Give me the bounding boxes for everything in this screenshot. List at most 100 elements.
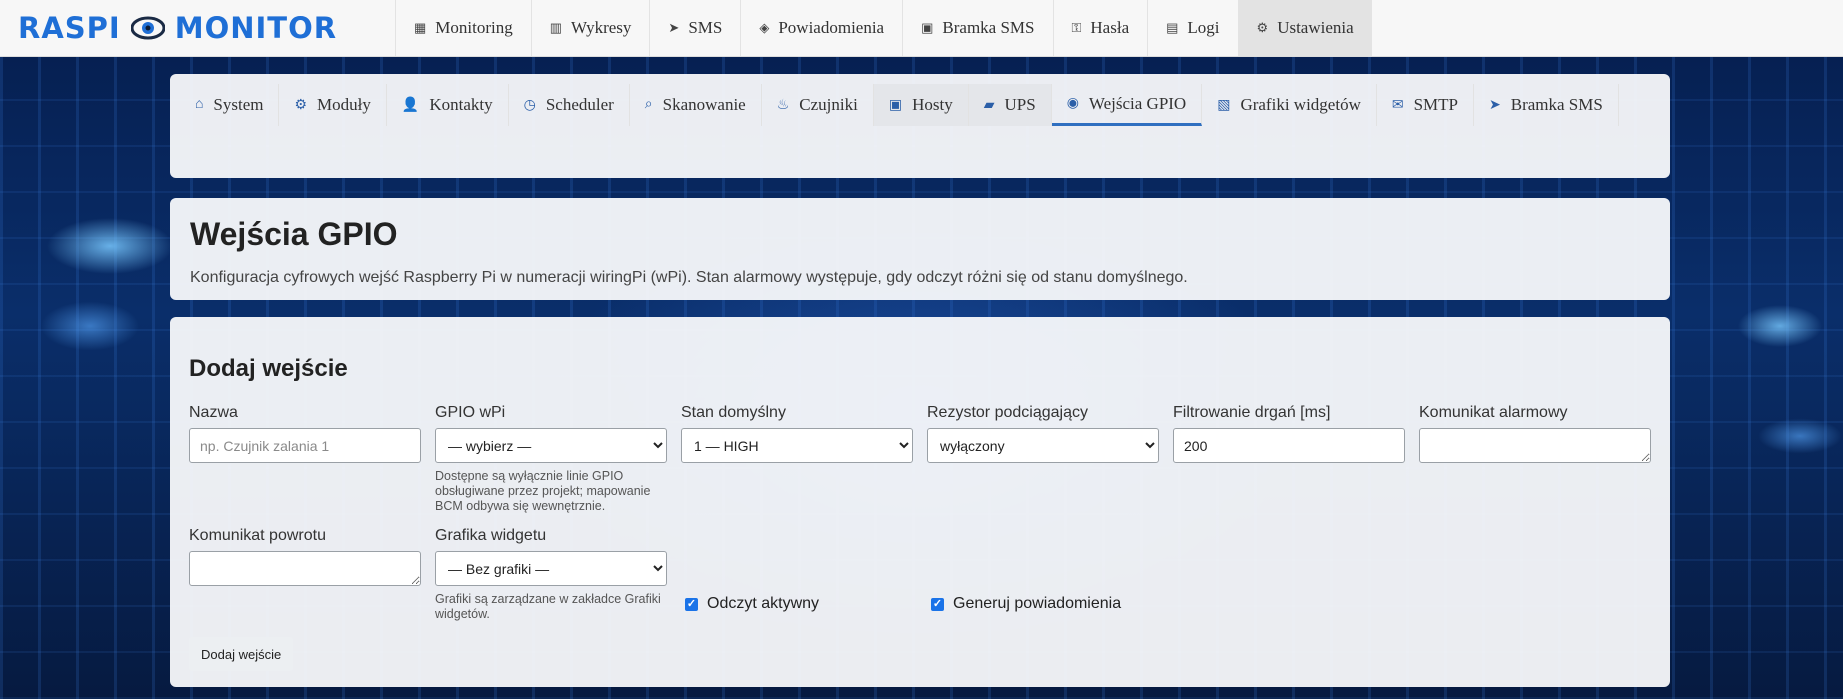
sensor-icon: ♨ — [776, 97, 790, 113]
topnav-item-sms[interactable]: ➤ SMS — [649, 0, 740, 56]
subnav-item-smtp[interactable]: ✉ SMTP — [1377, 84, 1474, 126]
topnav-item-powiadomienia[interactable]: ◈ Powiadomienia — [740, 0, 902, 56]
graphic-help: Grafiki są zarządzane w zakładce Grafiki… — [435, 592, 661, 621]
graphic-label: Grafika widgetu — [435, 527, 547, 544]
subnav-item-wejścia-gpio[interactable]: ◉ Wejścia GPIO — [1051, 84, 1203, 126]
page-description: Konfiguracja cyfrowych wejść Raspberry P… — [190, 269, 1188, 286]
subnav-label: Wejścia GPIO — [1088, 93, 1187, 113]
topnav-label: SMS — [688, 18, 723, 37]
image-icon: ▧ — [1217, 97, 1231, 113]
name-input[interactable] — [189, 428, 421, 463]
subnav-label: Skanowanie — [662, 95, 746, 114]
grid-icon: ▦ — [414, 20, 427, 35]
gpio-help: Dostępne są wyłącznie linie GPIO obsługi… — [435, 469, 651, 513]
topnav-item-bramka-sms[interactable]: ▣ Bramka SMS — [902, 0, 1052, 56]
subnav-item-kontakty[interactable]: 👤 Kontakty — [387, 84, 509, 126]
mail-icon: ✉ — [1391, 97, 1404, 113]
gpio-select[interactable]: — wybierz — — [435, 428, 667, 463]
topnav-item-logi[interactable]: ▤ Logi — [1147, 0, 1237, 56]
topnav-label: Powiadomienia — [778, 18, 885, 37]
app-logo[interactable]: RASPI MONITOR — [0, 0, 395, 56]
add-input-form: Dodaj wejście Nazwa GPIO wPi — wybierz —… — [170, 317, 1670, 687]
notify-checkbox[interactable]: ✓ — [931, 597, 944, 611]
alarm-message-textarea[interactable] — [1419, 428, 1651, 463]
module-icon: ⚙ — [294, 97, 308, 113]
subnav-label: Hosty — [912, 95, 953, 114]
topnav-item-hasła[interactable]: ⚿ Hasła — [1052, 0, 1148, 56]
eye-icon — [130, 16, 165, 40]
pullup-select[interactable]: wyłączony — [927, 428, 1159, 463]
topnav-label: Monitoring — [435, 18, 513, 37]
box-icon: ▣ — [921, 20, 934, 35]
topnav-label: Ustawienia — [1277, 18, 1354, 37]
topnav-item-ustawienia[interactable]: ⚙ Ustawienia — [1237, 0, 1372, 56]
subnav-item-skanowanie[interactable]: ⌕ Skanowanie — [630, 84, 762, 126]
debounce-input[interactable] — [1173, 428, 1405, 463]
page-title: Wejścia GPIO — [190, 216, 398, 252]
read-active-checkbox[interactable]: ✓ — [685, 597, 698, 611]
subnav-label: Bramka SMS — [1510, 95, 1603, 114]
notify-label: Generuj powiadomienia — [953, 595, 1122, 612]
list-icon: ▤ — [1166, 20, 1179, 35]
default-state-select[interactable]: 1 — HIGH — [681, 428, 913, 463]
key-icon: ⚿ — [1071, 20, 1082, 35]
subnav-label: SMTP — [1413, 95, 1458, 114]
title-panel: Wejścia GPIO Konfiguracja cyfrowych wejś… — [170, 198, 1670, 300]
subnav-label: Kontakty — [429, 95, 493, 114]
logo-text-left: RASPI — [18, 11, 121, 45]
topnav-label: Logi — [1187, 18, 1220, 37]
graphic-field-group: Grafika widgetu — Bez grafiki — Grafiki … — [435, 527, 667, 622]
subnav-item-moduły[interactable]: ⚙ Moduły — [279, 84, 387, 126]
logo-text-right: MONITOR — [174, 11, 338, 45]
diamond-icon: ◈ — [759, 20, 770, 35]
debounce-label: Filtrowanie drgań [ms] — [1173, 404, 1331, 421]
home-icon: ⌂ — [195, 97, 204, 112]
host-icon: ▣ — [888, 97, 903, 113]
read-active-label: Odczyt aktywny — [707, 595, 820, 612]
subnav-item-scheduler[interactable]: ◷ Scheduler — [509, 84, 630, 126]
subnav-label: Grafiki widgetów — [1240, 95, 1361, 114]
subnav-label: UPS — [1004, 95, 1036, 114]
subnav-item-bramka-sms[interactable]: ➤ Bramka SMS — [1474, 84, 1619, 126]
gpio-icon: ◉ — [1066, 96, 1079, 111]
chart-icon: ▥ — [549, 20, 563, 35]
gpio-field-group: GPIO wPi — wybierz — Dostępne są wyłączn… — [435, 404, 667, 514]
gpio-label: GPIO wPi — [435, 404, 506, 421]
default-state-field-group: Stan domyślny 1 — HIGH — [681, 404, 913, 463]
subnav-item-ups[interactable]: ▰ UPS — [968, 84, 1052, 126]
return-message-textarea[interactable] — [189, 551, 421, 586]
subnav-label: Czujniki — [799, 95, 858, 114]
subnav-label: System — [213, 95, 264, 114]
topnav-item-wykresy[interactable]: ▥ Wykresy — [530, 0, 650, 56]
topnav-label: Hasła — [1090, 18, 1130, 37]
subnav-label: Scheduler — [545, 95, 614, 114]
alarm-message-label: Komunikat alarmowy — [1419, 404, 1568, 421]
topnav-label: Bramka SMS — [942, 18, 1035, 37]
read-active-checkbox-group: ✓ Odczyt aktywny — [685, 595, 819, 613]
subnav-label: Moduły — [317, 95, 371, 114]
clock-icon: ◷ — [523, 97, 536, 113]
return-message-label: Komunikat powrotu — [189, 527, 326, 544]
subnav-item-grafiki-widgetów[interactable]: ▧ Grafiki widgetów — [1202, 84, 1377, 126]
graphic-select[interactable]: — Bez grafiki — — [435, 551, 667, 586]
alarm-message-field-group: Komunikat alarmowy — [1419, 404, 1651, 468]
return-message-field-group: Komunikat powrotu — [189, 527, 421, 591]
send-icon: ➤ — [668, 20, 680, 35]
subnav-item-hosty[interactable]: ▣ Hosty — [873, 84, 969, 126]
settings-subnav: ⌂ System ⚙ Moduły 👤 Kontakty ◷ Scheduler ⌕ Skanow… — [170, 74, 1670, 178]
main-menu: ▦ Monitoring ▥ Wykresy ➤ SMS ◈ Powiadomienia ▣ Br… — [395, 0, 1372, 56]
notify-checkbox-group: ✓ Generuj powiadomienia — [931, 595, 1121, 613]
name-label: Nazwa — [189, 404, 238, 421]
form-heading: Dodaj wejście — [189, 355, 348, 382]
pullup-field-group: Rezystor podciągający wyłączony — [927, 404, 1159, 463]
topnav-item-monitoring[interactable]: ▦ Monitoring — [395, 0, 531, 56]
subnav-item-czujniki[interactable]: ♨ Czujniki — [762, 84, 874, 126]
subnav-item-system[interactable]: ⌂ System — [180, 84, 280, 126]
default-state-label: Stan domyślny — [681, 404, 786, 421]
debounce-field-group: Filtrowanie drgań [ms] — [1173, 404, 1405, 463]
name-field-group: Nazwa — [189, 404, 421, 463]
gear-icon: ⚙ — [1256, 20, 1269, 35]
search-icon: ⌕ — [644, 97, 653, 112]
topnav-label: Wykresy — [571, 18, 632, 37]
add-input-button[interactable]: Dodaj wejście — [189, 637, 294, 671]
